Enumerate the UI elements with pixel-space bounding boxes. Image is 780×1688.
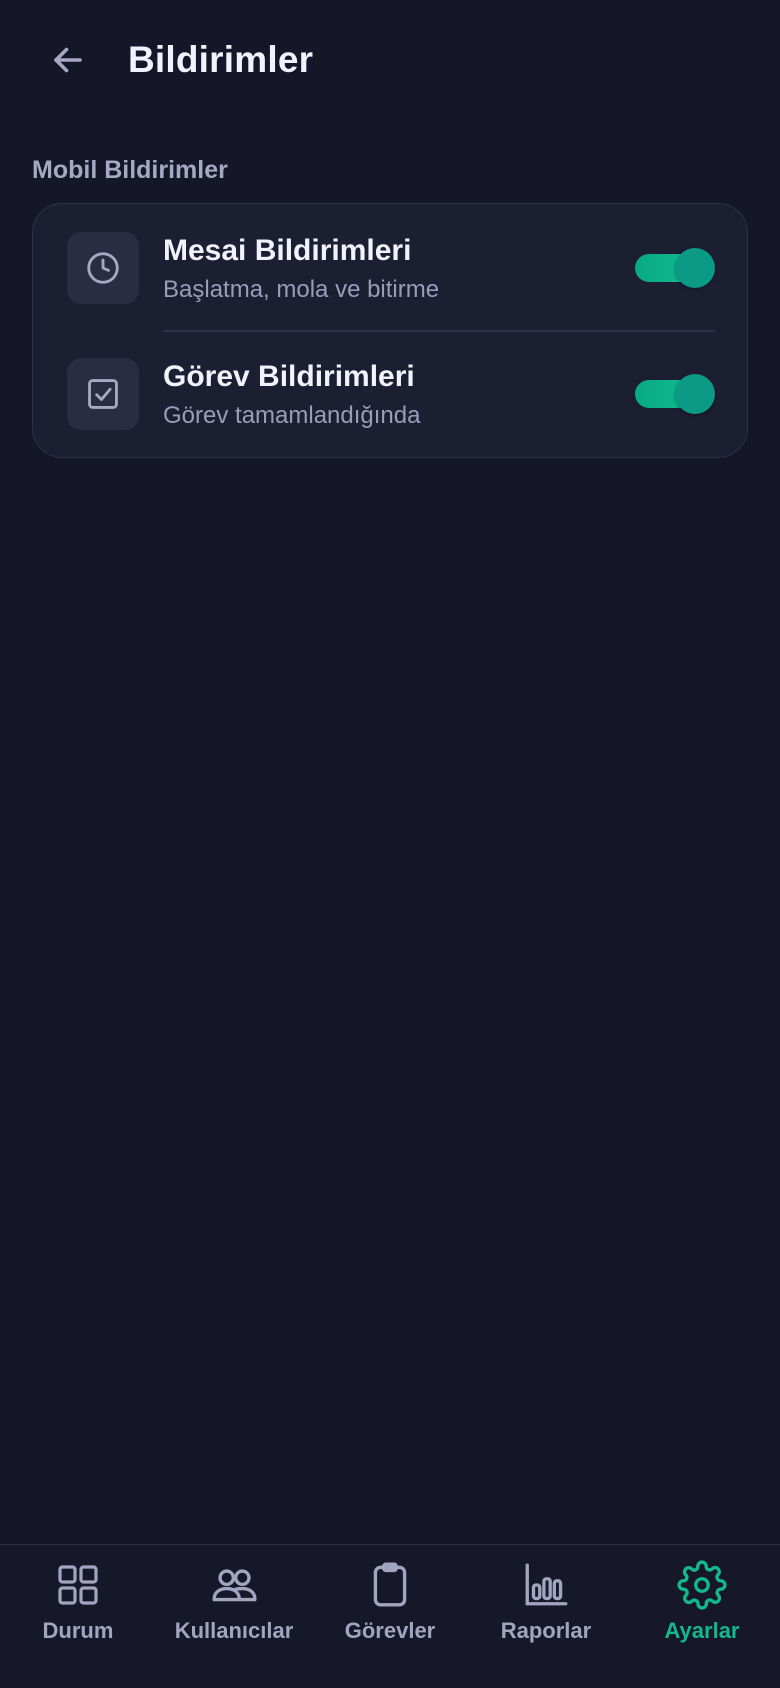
row-subtitle: Görev tamamlandığında bbox=[163, 402, 421, 429]
back-button[interactable] bbox=[44, 36, 92, 84]
toggle-knob bbox=[675, 374, 715, 414]
row-icon-box bbox=[67, 232, 139, 304]
nav-label: Durum bbox=[42, 1618, 114, 1643]
bar-chart-icon bbox=[520, 1559, 572, 1611]
notifications-screen: Bildirimler Mobil Bildirimler Mesai Bild… bbox=[0, 0, 780, 1688]
row-title: Mesai Bildirimleri bbox=[163, 234, 412, 267]
toggle-knob bbox=[675, 248, 715, 288]
clock-icon bbox=[87, 252, 119, 284]
nav-label: Kullanıcılar bbox=[174, 1618, 294, 1643]
section-label: Mobil Bildirimler bbox=[32, 156, 228, 184]
nav-item-raporlar[interactable]: Raporlar bbox=[468, 1545, 624, 1688]
shift-notifications-toggle[interactable] bbox=[635, 248, 715, 288]
row-subtitle: Başlatma, mola ve bitirme bbox=[163, 276, 440, 303]
nav-item-ayarlar[interactable]: Ayarlar bbox=[624, 1545, 780, 1688]
grid-icon bbox=[52, 1559, 104, 1611]
arrow-left-icon bbox=[54, 47, 82, 73]
nav-item-gorevler[interactable]: Görevler bbox=[312, 1545, 468, 1688]
notification-row-shift: Mesai Bildirimleri Başlatma, mola ve bit… bbox=[33, 204, 747, 332]
notification-row-task: Görev Bildirimleri Görev tamamlandığında bbox=[33, 330, 747, 456]
notifications-card: Mesai Bildirimleri Başlatma, mola ve bit… bbox=[32, 203, 748, 458]
nav-label: Raporlar bbox=[500, 1618, 592, 1643]
clipboard-icon bbox=[364, 1559, 416, 1611]
row-icon-box bbox=[67, 358, 139, 430]
nav-label: Görevler bbox=[344, 1618, 436, 1643]
bottom-nav: Durum Kullanıcılar Görevler Raporlar Aya… bbox=[0, 1544, 780, 1688]
header: Bildirimler bbox=[0, 0, 780, 120]
row-title: Görev Bildirimleri bbox=[163, 360, 415, 393]
checkbox-icon bbox=[88, 379, 118, 409]
page-title: Bildirimler bbox=[128, 39, 314, 80]
users-icon bbox=[208, 1559, 260, 1611]
nav-item-kullanicilar[interactable]: Kullanıcılar bbox=[156, 1545, 312, 1688]
gear-icon bbox=[676, 1559, 728, 1611]
nav-label: Ayarlar bbox=[664, 1618, 740, 1643]
task-notifications-toggle[interactable] bbox=[635, 374, 715, 414]
nav-item-durum[interactable]: Durum bbox=[0, 1545, 156, 1688]
